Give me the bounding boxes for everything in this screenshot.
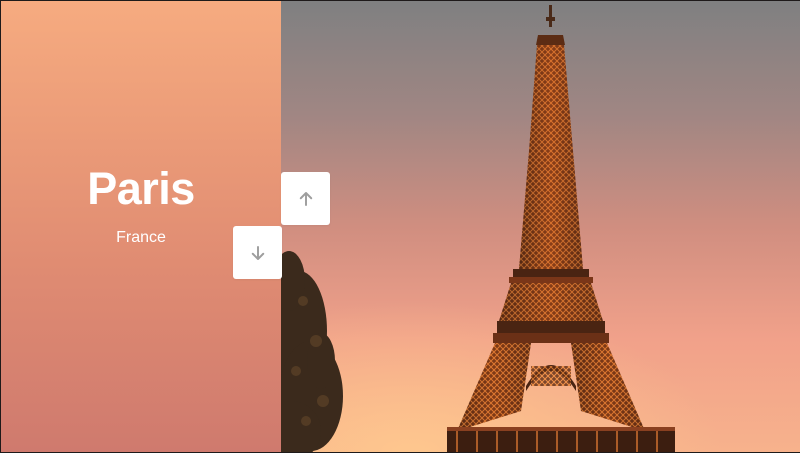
destination-slider: Paris France [0,0,800,453]
destination-photo [281,1,800,452]
arrow-down-icon [251,245,264,260]
country-subtitle: France [116,229,166,246]
city-title: Paris [87,163,195,214]
previous-slide-button[interactable] [281,172,330,225]
arrow-up-icon [299,191,312,206]
next-slide-button[interactable] [233,226,282,279]
